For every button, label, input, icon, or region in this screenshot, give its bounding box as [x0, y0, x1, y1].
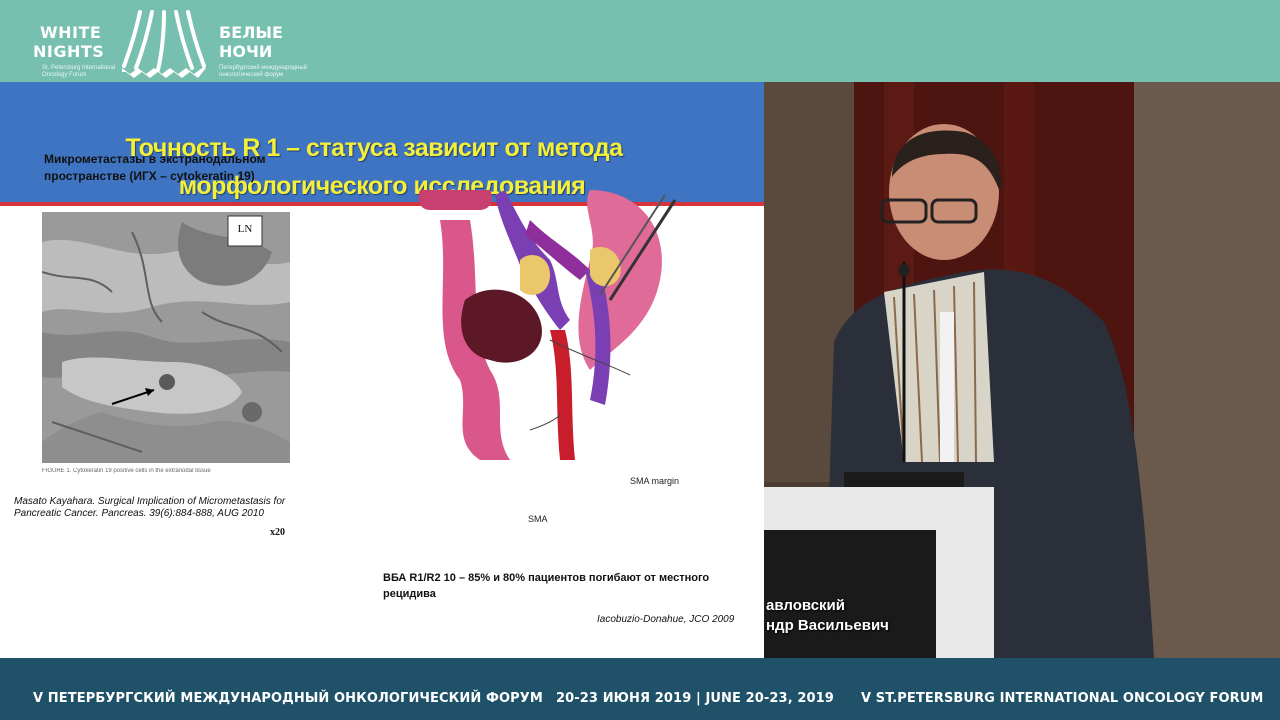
ln-label: LN: [237, 223, 253, 235]
micrograph-image: [42, 212, 290, 463]
reference-right: Iacobuzio-Donahue, JCO 2009: [597, 614, 735, 625]
forum-title-ru: V ПЕТЕРБУРГСКИЙ МЕЖДУНАРОДНЫЙ ОНКОЛОГИЧЕ…: [33, 691, 543, 706]
logo-right-line1: БЕЛЫЕ: [219, 23, 283, 42]
sma-margin-label: SMA margin: [630, 476, 680, 486]
speaker-name-line2: ндр Васильевич: [766, 617, 889, 634]
white-nights-logo-icon: [122, 10, 206, 78]
logo-left-line2: NIGHTS: [33, 42, 105, 61]
forum-title-en: V ST.PETERSBURG INTERNATIONAL ONCOLOGY F…: [861, 691, 1264, 706]
logo-left-line1: WHITE: [40, 23, 102, 42]
speaker-scene: [764, 82, 1280, 658]
micrometastasis-caption: Микрометастазы в экстранодальном простра…: [44, 152, 266, 183]
logo-right-line2: НОЧИ: [219, 42, 273, 61]
reference-left: Masato Kayahara. Surgical Implication of…: [14, 496, 286, 519]
forum-dates: 20-23 ИЮНЯ 2019 | JUNE 20-23, 2019: [556, 691, 834, 706]
anatomy-illustration: [418, 190, 677, 460]
speaker-name-line1: авловский: [766, 597, 845, 614]
speaker-video: [764, 82, 1280, 658]
sma-label: SMA: [528, 514, 548, 524]
logo-right-subtitle: Петербургский международный онкологическ…: [219, 65, 308, 78]
footer-bar: [0, 658, 1280, 720]
figure-caption: FIGURE 1. Cytokeratin 19 positive cells …: [42, 468, 211, 474]
top-banner: WHITE NIGHTS St. Petersburg Internationa…: [0, 0, 1280, 82]
magnification-label: x20: [270, 527, 285, 538]
statistics-text: ВБА R1/R2 10 – 85% и 80% пациентов погиб…: [383, 572, 710, 600]
